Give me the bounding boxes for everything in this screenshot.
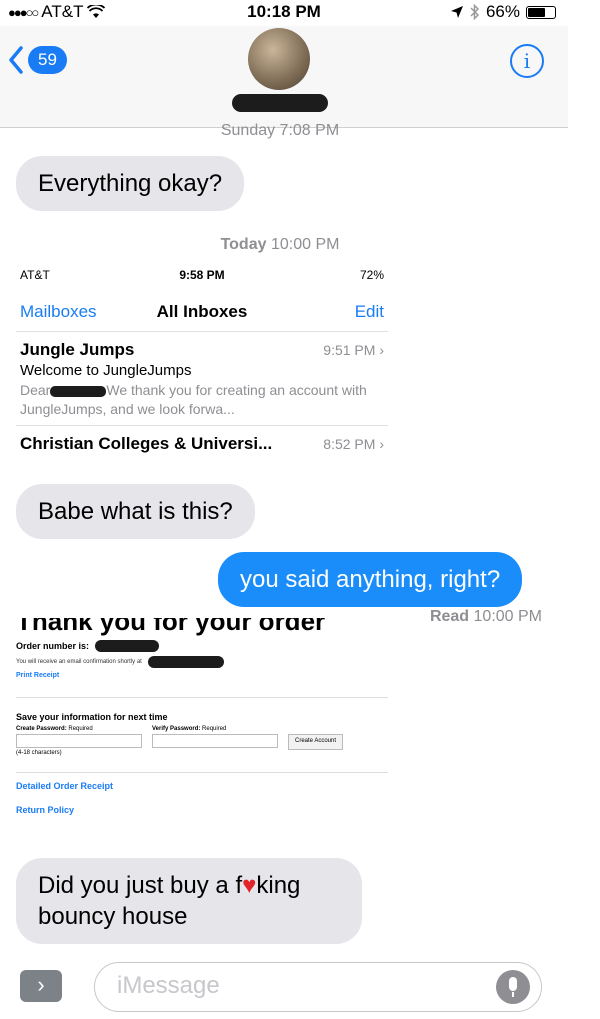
timestamp-day: Today bbox=[220, 236, 267, 253]
detailed-receipt-link: Detailed Order Receipt bbox=[16, 781, 114, 791]
redaction bbox=[95, 640, 160, 652]
attachment-mail-screenshot[interactable]: AT&T 9:58 PM 72% Mailboxes All Inboxes E… bbox=[16, 262, 388, 476]
mail-item: Christian Colleges & Universi... 8:52 PM… bbox=[16, 426, 388, 460]
conversation-header: 59 i bbox=[0, 26, 568, 128]
back-button[interactable]: 59 bbox=[8, 46, 67, 74]
battery-icon bbox=[526, 5, 556, 19]
message-incoming[interactable]: Everything okay? bbox=[16, 156, 245, 211]
message-input-bar: › iMessage bbox=[0, 950, 568, 1019]
mail-item-time: 8:52 PM › bbox=[323, 436, 384, 452]
status-right: 66% bbox=[450, 2, 556, 22]
verify-password-input bbox=[152, 734, 278, 748]
create-account-button: Create Account bbox=[288, 734, 344, 750]
mail-subject: Welcome to JungleJumps bbox=[20, 362, 192, 379]
info-button[interactable]: i bbox=[510, 44, 544, 78]
message-outgoing[interactable]: you said anything, right? bbox=[218, 552, 523, 607]
battery-level bbox=[528, 7, 546, 17]
return-policy-link: Return Policy bbox=[16, 805, 75, 815]
contact-name-redacted[interactable] bbox=[232, 94, 328, 112]
create-password-input bbox=[16, 734, 142, 748]
status-bar: ●●●○○ AT&T 10:18 PM 66% bbox=[0, 0, 568, 26]
edit-link: Edit bbox=[354, 302, 384, 321]
password-fields: Create Password: Required (4-18 characte… bbox=[16, 726, 388, 756]
message-input[interactable]: iMessage bbox=[94, 962, 542, 1012]
bluetooth-icon bbox=[470, 4, 480, 20]
contact-avatar[interactable] bbox=[248, 28, 310, 90]
heart-emoji-icon: ♥ bbox=[242, 872, 257, 899]
mail-battery: 72% bbox=[359, 268, 384, 282]
create-password-field: Create Password: Required (4-18 characte… bbox=[16, 726, 142, 756]
print-receipt-link: Print Receipt bbox=[16, 672, 60, 679]
verify-password-field: Verify Password: Required bbox=[152, 726, 278, 756]
divider bbox=[16, 772, 388, 773]
read-receipt: Read 10:00 PM bbox=[429, 608, 542, 625]
unread-count-badge: 59 bbox=[28, 46, 67, 74]
mail-item: Jungle Jumps 9:51 PM › Welcome to Jungle… bbox=[16, 332, 388, 426]
message-incoming[interactable]: Did you just buy a f♥king bouncy house bbox=[16, 858, 362, 944]
message-incoming[interactable]: Babe what is this? bbox=[16, 484, 255, 539]
redaction bbox=[147, 656, 224, 668]
attachment-receipt-screenshot[interactable]: Thank you for your order Order number is… bbox=[16, 618, 388, 846]
mail-nav-bar: Mailboxes All Inboxes Edit bbox=[16, 288, 388, 332]
mail-time: 9:58 PM bbox=[179, 268, 225, 282]
timestamp-time: 10:00 PM bbox=[270, 236, 340, 253]
mail-item-time: 9:51 PM › bbox=[323, 342, 384, 358]
order-number-line: Order number is: bbox=[16, 640, 388, 652]
save-info-heading: Save your information for next time bbox=[16, 712, 168, 722]
chevron-left-icon bbox=[9, 46, 23, 74]
mail-status-bar: AT&T 9:58 PM 72% bbox=[16, 262, 388, 288]
timestamp-today: Today 10:00 PM bbox=[0, 236, 560, 254]
all-inboxes-title: All Inboxes bbox=[156, 302, 248, 321]
timestamp-sunday: Sunday 7:08 PM bbox=[220, 122, 340, 139]
divider bbox=[16, 697, 388, 698]
confirmation-line: You will receive an email confirmation s… bbox=[16, 656, 388, 668]
redaction bbox=[50, 385, 107, 397]
microphone-icon[interactable] bbox=[496, 970, 530, 1004]
receipt-heading: Thank you for your order bbox=[16, 618, 326, 636]
apps-button[interactable]: › bbox=[20, 970, 62, 1002]
battery-percent: 66% bbox=[485, 2, 520, 21]
location-arrow-icon bbox=[450, 6, 463, 18]
mail-preview: Dear We thank you for creating an account… bbox=[20, 382, 367, 417]
